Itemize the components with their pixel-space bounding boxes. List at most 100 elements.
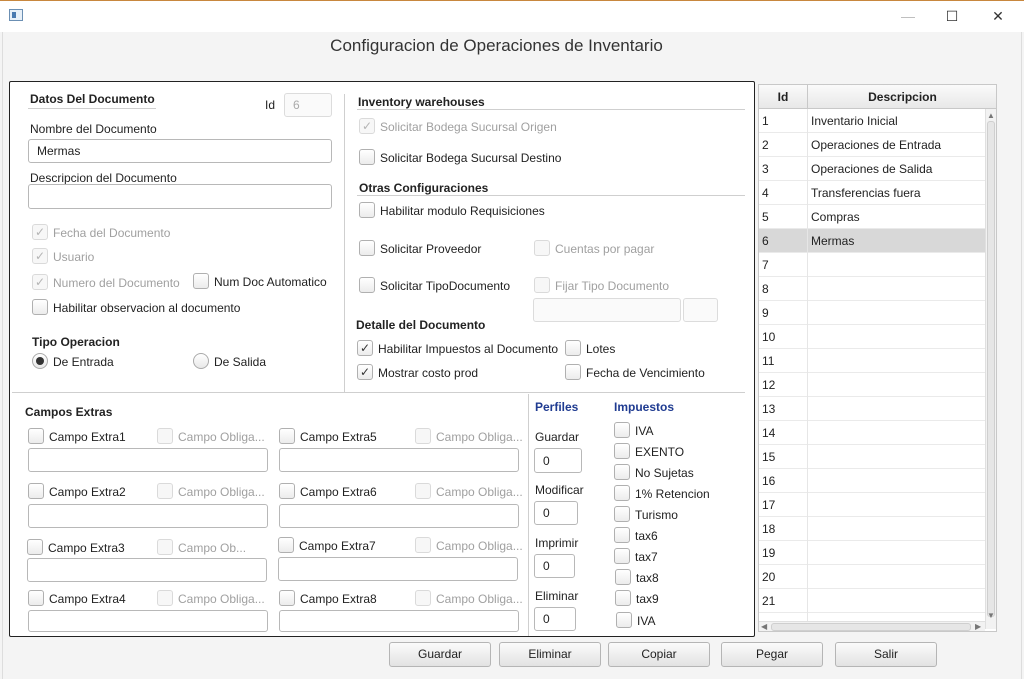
bodega-origen-checkbox[interactable]: ✓: [359, 118, 375, 134]
impuesto-checkbox[interactable]: [614, 548, 630, 564]
campo-extra1-checkbox[interactable]: [28, 428, 44, 444]
close-icon[interactable]: ✕: [984, 5, 1012, 27]
perfil-imprimir-field[interactable]: 0: [534, 554, 575, 578]
descripcion-field[interactable]: [28, 184, 332, 209]
de-entrada-radio[interactable]: [32, 353, 48, 369]
table-row[interactable]: 8: [759, 277, 985, 301]
campo-extra4-label: Campo Extra4: [49, 592, 126, 606]
perfil-modificar-field[interactable]: 0: [534, 501, 578, 525]
bodega-destino-checkbox[interactable]: [359, 149, 375, 165]
pegar-button[interactable]: Pegar: [721, 642, 823, 667]
scroll-left-icon[interactable]: ◀: [761, 622, 767, 631]
campo-extra2-oblig-checkbox[interactable]: [157, 483, 173, 499]
impuesto-checkbox[interactable]: [614, 485, 630, 501]
tipo-documento-field[interactable]: [533, 298, 681, 322]
campo-extra7-oblig-checkbox[interactable]: [415, 537, 431, 553]
impuesto-checkbox[interactable]: [614, 422, 630, 438]
table-row[interactable]: 3 Operaciones de Salida: [759, 157, 985, 181]
vencimiento-checkbox[interactable]: [565, 364, 581, 380]
table-row[interactable]: 16: [759, 469, 985, 493]
numero-checkbox[interactable]: ✓: [32, 274, 48, 290]
table-row[interactable]: 10: [759, 325, 985, 349]
campo-extra6-checkbox[interactable]: [279, 483, 295, 499]
campo-extra4-field[interactable]: [28, 610, 268, 632]
campo-extra4-checkbox[interactable]: [28, 590, 44, 606]
fecha-checkbox[interactable]: ✓: [32, 224, 48, 240]
table-row[interactable]: 21: [759, 589, 985, 613]
cuentas-checkbox[interactable]: [534, 240, 550, 256]
campo-extra2-checkbox[interactable]: [28, 483, 44, 499]
lotes-checkbox[interactable]: [565, 340, 581, 356]
impuestos-documento-checkbox[interactable]: ✓: [357, 340, 373, 356]
tipodocumento-checkbox[interactable]: [359, 277, 375, 293]
campo-extra3-checkbox[interactable]: [27, 539, 43, 555]
table-row[interactable]: 2 Operaciones de Entrada: [759, 133, 985, 157]
impuesto-checkbox[interactable]: [614, 527, 630, 543]
table-row[interactable]: 19: [759, 541, 985, 565]
campo-extra5-oblig-checkbox[interactable]: [415, 428, 431, 444]
campo-extra3-oblig-checkbox[interactable]: [157, 539, 173, 555]
horizontal-scroll-thumb[interactable]: [771, 623, 971, 631]
table-row[interactable]: 20: [759, 565, 985, 589]
campo-extra6-field[interactable]: [279, 504, 519, 528]
impuesto-checkbox[interactable]: [614, 464, 630, 480]
table-row[interactable]: 12: [759, 373, 985, 397]
table-row[interactable]: 14: [759, 421, 985, 445]
campo-extra8-oblig-checkbox[interactable]: [415, 590, 431, 606]
scroll-right-icon[interactable]: ▶: [975, 622, 981, 631]
campo-extra6-oblig-checkbox[interactable]: [415, 483, 431, 499]
table-row[interactable]: 11: [759, 349, 985, 373]
costo-prod-checkbox[interactable]: ✓: [357, 364, 373, 380]
copiar-button[interactable]: Copiar: [608, 642, 710, 667]
table-row[interactable]: 18: [759, 517, 985, 541]
campo-extra5-field[interactable]: [279, 448, 519, 472]
table-row[interactable]: 6 Mermas: [759, 229, 985, 253]
campo-extra8-field[interactable]: [279, 610, 519, 632]
table-row[interactable]: 9: [759, 301, 985, 325]
maximize-icon[interactable]: ☐: [938, 5, 966, 27]
minimize-icon[interactable]: —: [894, 5, 922, 27]
de-salida-radio[interactable]: [193, 353, 209, 369]
impuesto-checkbox[interactable]: [615, 590, 631, 606]
impuesto-checkbox[interactable]: [616, 612, 632, 628]
table-row[interactable]: 15: [759, 445, 985, 469]
vertical-scroll-thumb[interactable]: [987, 121, 995, 617]
campo-extra1-field[interactable]: [28, 448, 268, 472]
campo-extra4-oblig-checkbox[interactable]: [157, 590, 173, 606]
num-auto-checkbox[interactable]: [193, 273, 209, 289]
id-field[interactable]: 6: [284, 93, 332, 117]
section-impuestos: Impuestos: [614, 400, 675, 414]
campo-extra1-oblig-checkbox[interactable]: [157, 428, 173, 444]
impuesto-checkbox[interactable]: [615, 569, 631, 585]
table-row[interactable]: 13: [759, 397, 985, 421]
table-row[interactable]: 5 Compras: [759, 205, 985, 229]
column-header-id[interactable]: Id: [759, 85, 807, 109]
table-row[interactable]: 17: [759, 493, 985, 517]
campo-extra2-field[interactable]: [28, 504, 268, 528]
eliminar-button[interactable]: Eliminar: [499, 642, 601, 667]
campo-extra7-checkbox[interactable]: [278, 537, 294, 553]
fijar-tipo-checkbox[interactable]: [534, 277, 550, 293]
tipo-documento-code-field[interactable]: [683, 298, 718, 322]
table-row[interactable]: 7: [759, 253, 985, 277]
observacion-checkbox[interactable]: [32, 299, 48, 315]
campo-extra5-checkbox[interactable]: [279, 428, 295, 444]
campo-extra8-checkbox[interactable]: [279, 590, 295, 606]
guardar-button[interactable]: Guardar: [389, 642, 491, 667]
perfil-guardar-field[interactable]: 0: [534, 448, 582, 473]
perfil-eliminar-field[interactable]: 0: [534, 607, 576, 631]
column-header-descripcion[interactable]: Descripcion: [807, 85, 996, 109]
requisiciones-checkbox[interactable]: [359, 202, 375, 218]
scroll-up-icon[interactable]: ▲: [987, 111, 995, 120]
scroll-down-icon[interactable]: ▼: [987, 611, 995, 620]
campo-extra3-field[interactable]: [27, 558, 267, 582]
impuesto-checkbox[interactable]: [614, 506, 630, 522]
nombre-field[interactable]: Mermas: [28, 139, 332, 163]
table-row[interactable]: 4 Transferencias fuera: [759, 181, 985, 205]
proveedor-checkbox[interactable]: [359, 240, 375, 256]
salir-button[interactable]: Salir: [835, 642, 937, 667]
usuario-checkbox[interactable]: ✓: [32, 248, 48, 264]
campo-extra7-field[interactable]: [278, 557, 518, 581]
table-row[interactable]: 1 Inventario Inicial: [759, 109, 985, 133]
impuesto-checkbox[interactable]: [614, 443, 630, 459]
